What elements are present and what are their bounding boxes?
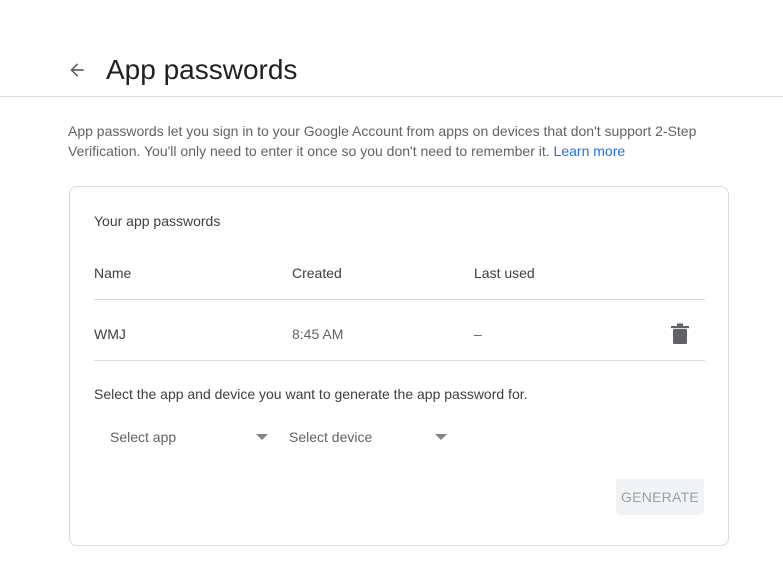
select-app-dropdown[interactable]: Select app: [94, 425, 274, 449]
page-title: App passwords: [106, 54, 298, 85]
card-title: Your app passwords: [94, 213, 221, 229]
page-header: App passwords: [0, 0, 783, 97]
dropdown-arrow-icon: [256, 434, 268, 440]
row-name: WMJ: [94, 326, 126, 342]
row-last-used: –: [474, 326, 482, 342]
select-app-label: Select app: [110, 429, 177, 445]
delete-password-button[interactable]: [668, 322, 692, 346]
select-device-label: Select device: [289, 429, 373, 445]
learn-more-link[interactable]: Learn more: [554, 143, 626, 159]
select-prompt: Select the app and device you want to ge…: [94, 386, 528, 402]
row-created: 8:45 AM: [292, 326, 344, 342]
dropdown-arrow-icon: [435, 434, 447, 440]
generate-button[interactable]: GENERATE: [616, 479, 704, 515]
table-divider-bottom: [94, 360, 705, 361]
arrow-left-icon: [70, 63, 84, 77]
column-header-created: Created: [292, 265, 342, 281]
column-header-name: Name: [94, 265, 132, 281]
back-button[interactable]: [62, 55, 92, 85]
intro-text: App passwords let you sign in to your Go…: [68, 121, 728, 161]
app-passwords-card: Your app passwords Name Created Last use…: [69, 186, 729, 546]
select-device-dropdown[interactable]: Select device: [273, 425, 453, 449]
table-divider: [94, 299, 705, 300]
trash-icon: [671, 323, 689, 344]
column-header-last-used: Last used: [474, 265, 535, 281]
